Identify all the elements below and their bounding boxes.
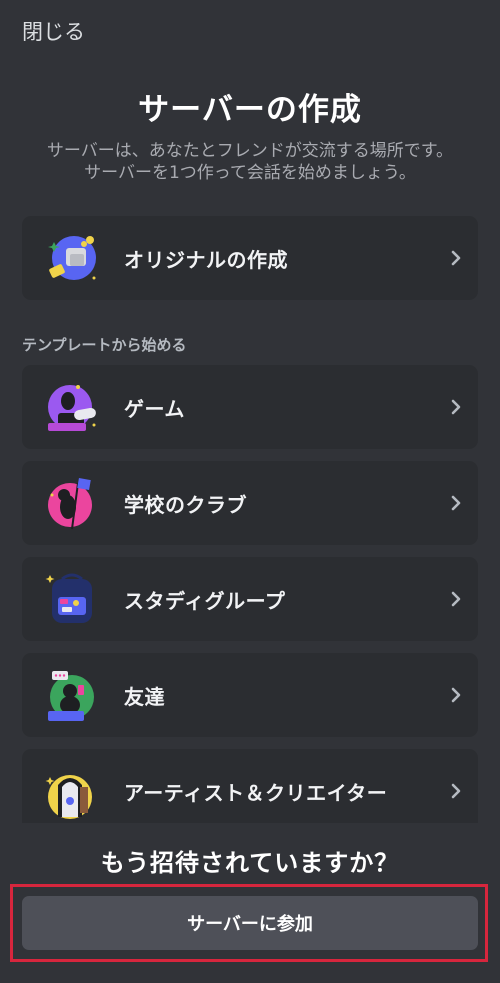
template-gaming-card[interactable]: ゲーム xyxy=(22,365,478,449)
subtitle-line-1: サーバーは、あなたとフレンドが交流する場所です。 xyxy=(46,141,454,161)
school-club-icon xyxy=(44,475,100,531)
template-label: 友達 xyxy=(124,684,165,709)
artists-creators-icon xyxy=(44,763,100,819)
chevron-right-icon xyxy=(451,399,461,415)
template-label: 学校のクラブ xyxy=(124,492,247,517)
already-invited-heading: もう招待されていますか？ xyxy=(100,849,400,877)
gaming-icon xyxy=(44,379,100,435)
template-label: ゲーム xyxy=(124,396,185,421)
subtitle-line-2: サーバーを1つ作って会話を始めましょう。 xyxy=(84,163,416,183)
template-school-club-card[interactable]: 学校のクラブ xyxy=(22,461,478,545)
friends-icon xyxy=(44,667,100,723)
template-friends-card[interactable]: 友達 xyxy=(22,653,478,737)
join-server-button[interactable]: サーバーに参加 xyxy=(22,896,478,950)
templates-heading: テンプレートから始める xyxy=(22,336,187,354)
chevron-right-icon xyxy=(451,687,461,703)
page-subtitle: サーバーは、あなたとフレンドが交流する場所です。 サーバーを1つ作って会話を始め… xyxy=(0,140,500,184)
template-label: アーティスト＆クリエイター xyxy=(124,780,388,805)
chevron-right-icon xyxy=(451,250,461,266)
page-title: サーバーの作成 xyxy=(138,92,362,128)
close-button[interactable]: 閉じる xyxy=(22,16,85,46)
chevron-right-icon xyxy=(451,495,461,511)
template-label: スタディグループ xyxy=(124,588,286,613)
study-group-icon xyxy=(44,571,100,627)
chevron-right-icon xyxy=(451,591,461,607)
custom-server-icon xyxy=(44,230,100,286)
create-own-server-label: オリジナルの作成 xyxy=(124,247,288,272)
create-own-server-card[interactable]: オリジナルの作成 xyxy=(22,216,478,300)
template-study-group-card[interactable]: スタディグループ xyxy=(22,557,478,641)
chevron-right-icon xyxy=(451,783,461,799)
template-artists-creators-card[interactable]: アーティスト＆クリエイター xyxy=(22,749,478,833)
